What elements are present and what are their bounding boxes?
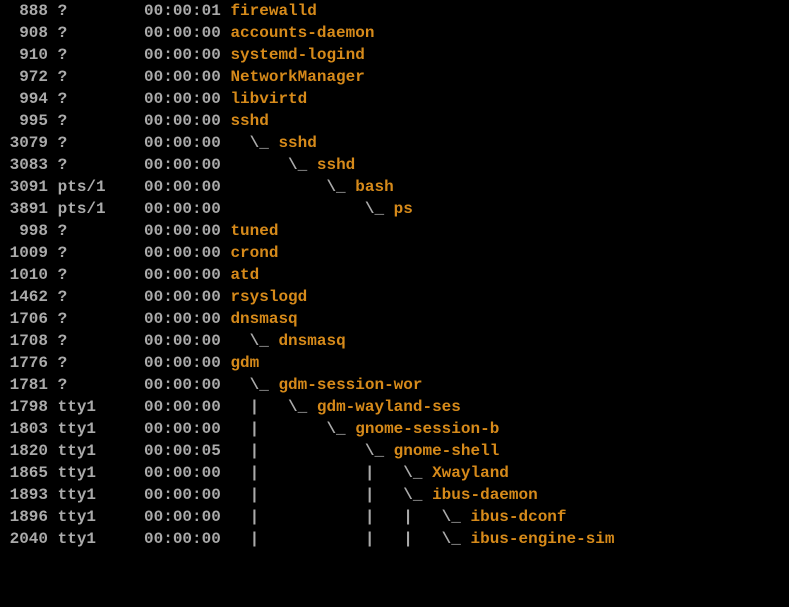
process-row: 1009 ? 00:00:00 crond xyxy=(0,242,789,264)
command-name: bash xyxy=(355,178,393,196)
process-row: 1010 ? 00:00:00 atd xyxy=(0,264,789,286)
command-name: ibus-daemon xyxy=(432,486,538,504)
pid-tty-time: 1820 tty1 00:00:05 xyxy=(0,442,230,460)
command-name: sshd xyxy=(278,134,316,152)
tree-prefix: | | | \_ xyxy=(230,530,470,548)
command-name: tuned xyxy=(230,222,278,240)
command-name: ibus-dconf xyxy=(470,508,566,526)
process-row: 1820 tty1 00:00:05 | \_ gnome-shell xyxy=(0,440,789,462)
process-row: 998 ? 00:00:00 tuned xyxy=(0,220,789,242)
process-row: 1803 tty1 00:00:00 | \_ gnome-session-b xyxy=(0,418,789,440)
process-row: 994 ? 00:00:00 libvirtd xyxy=(0,88,789,110)
pid-tty-time: 888 ? 00:00:01 xyxy=(0,2,230,20)
pid-tty-time: 910 ? 00:00:00 xyxy=(0,46,230,64)
tree-prefix: \_ xyxy=(230,156,316,174)
pid-tty-time: 1865 tty1 00:00:00 xyxy=(0,464,230,482)
pid-tty-time: 3091 pts/1 00:00:00 xyxy=(0,178,230,196)
command-name: crond xyxy=(230,244,278,262)
command-name: sshd xyxy=(230,112,268,130)
tree-prefix: | | | \_ xyxy=(230,508,470,526)
command-name: atd xyxy=(230,266,259,284)
pid-tty-time: 1798 tty1 00:00:00 xyxy=(0,398,230,416)
command-name: rsyslogd xyxy=(230,288,307,306)
pid-tty-time: 998 ? 00:00:00 xyxy=(0,222,230,240)
process-row: 1708 ? 00:00:00 \_ dnsmasq xyxy=(0,330,789,352)
process-row: 1781 ? 00:00:00 \_ gdm-session-wor xyxy=(0,374,789,396)
tree-prefix: \_ xyxy=(230,178,355,196)
process-row: 1865 tty1 00:00:00 | | \_ Xwayland xyxy=(0,462,789,484)
process-row: 1896 tty1 00:00:00 | | | \_ ibus-dconf xyxy=(0,506,789,528)
pid-tty-time: 3083 ? 00:00:00 xyxy=(0,156,230,174)
tree-prefix: \_ xyxy=(230,200,393,218)
pid-tty-time: 1462 ? 00:00:00 xyxy=(0,288,230,306)
command-name: NetworkManager xyxy=(230,68,364,86)
pid-tty-time: 995 ? 00:00:00 xyxy=(0,112,230,130)
pid-tty-time: 1781 ? 00:00:00 xyxy=(0,376,230,394)
process-row: 972 ? 00:00:00 NetworkManager xyxy=(0,66,789,88)
command-name: gdm-wayland-ses xyxy=(317,398,461,416)
command-name: libvirtd xyxy=(230,90,307,108)
pid-tty-time: 994 ? 00:00:00 xyxy=(0,90,230,108)
tree-prefix: | | \_ xyxy=(230,486,432,504)
process-row: 910 ? 00:00:00 systemd-logind xyxy=(0,44,789,66)
pid-tty-time: 1010 ? 00:00:00 xyxy=(0,266,230,284)
tree-prefix: | \_ xyxy=(230,420,355,438)
pid-tty-time: 3891 pts/1 00:00:00 xyxy=(0,200,230,218)
process-row: 1893 tty1 00:00:00 | | \_ ibus-daemon xyxy=(0,484,789,506)
command-name: ibus-engine-sim xyxy=(470,530,614,548)
command-name: Xwayland xyxy=(432,464,509,482)
process-row: 2040 tty1 00:00:00 | | | \_ ibus-engine-… xyxy=(0,528,789,550)
pid-tty-time: 1708 ? 00:00:00 xyxy=(0,332,230,350)
pid-tty-time: 3079 ? 00:00:00 xyxy=(0,134,230,152)
pid-tty-time: 1706 ? 00:00:00 xyxy=(0,310,230,328)
tree-prefix: \_ xyxy=(230,376,278,394)
tree-prefix: | | \_ xyxy=(230,464,432,482)
tree-prefix: \_ xyxy=(230,134,278,152)
tree-prefix: | \_ xyxy=(230,398,316,416)
process-row: 1706 ? 00:00:00 dnsmasq xyxy=(0,308,789,330)
process-row: 3891 pts/1 00:00:00 \_ ps xyxy=(0,198,789,220)
pid-tty-time: 2040 tty1 00:00:00 xyxy=(0,530,230,548)
process-row: 888 ? 00:00:01 firewalld xyxy=(0,0,789,22)
pid-tty-time: 1009 ? 00:00:00 xyxy=(0,244,230,262)
command-name: gdm xyxy=(230,354,259,372)
process-row: 1462 ? 00:00:00 rsyslogd xyxy=(0,286,789,308)
command-name: gnome-shell xyxy=(394,442,500,460)
process-row: 3091 pts/1 00:00:00 \_ bash xyxy=(0,176,789,198)
tree-prefix: \_ xyxy=(230,332,278,350)
process-row: 995 ? 00:00:00 sshd xyxy=(0,110,789,132)
terminal-output: 888 ? 00:00:01 firewalld 908 ? 00:00:00 … xyxy=(0,0,789,550)
pid-tty-time: 908 ? 00:00:00 xyxy=(0,24,230,42)
command-name: firewalld xyxy=(230,2,316,20)
pid-tty-time: 1776 ? 00:00:00 xyxy=(0,354,230,372)
process-row: 1776 ? 00:00:00 gdm xyxy=(0,352,789,374)
process-row: 908 ? 00:00:00 accounts-daemon xyxy=(0,22,789,44)
pid-tty-time: 1896 tty1 00:00:00 xyxy=(0,508,230,526)
command-name: dnsmasq xyxy=(278,332,345,350)
command-name: sshd xyxy=(317,156,355,174)
pid-tty-time: 1893 tty1 00:00:00 xyxy=(0,486,230,504)
command-name: ps xyxy=(394,200,413,218)
command-name: gdm-session-wor xyxy=(278,376,422,394)
tree-prefix: | \_ xyxy=(230,442,393,460)
pid-tty-time: 972 ? 00:00:00 xyxy=(0,68,230,86)
process-row: 3083 ? 00:00:00 \_ sshd xyxy=(0,154,789,176)
process-row: 1798 tty1 00:00:00 | \_ gdm-wayland-ses xyxy=(0,396,789,418)
command-name: dnsmasq xyxy=(230,310,297,328)
command-name: accounts-daemon xyxy=(230,24,374,42)
command-name: gnome-session-b xyxy=(355,420,499,438)
process-row: 3079 ? 00:00:00 \_ sshd xyxy=(0,132,789,154)
pid-tty-time: 1803 tty1 00:00:00 xyxy=(0,420,230,438)
command-name: systemd-logind xyxy=(230,46,364,64)
